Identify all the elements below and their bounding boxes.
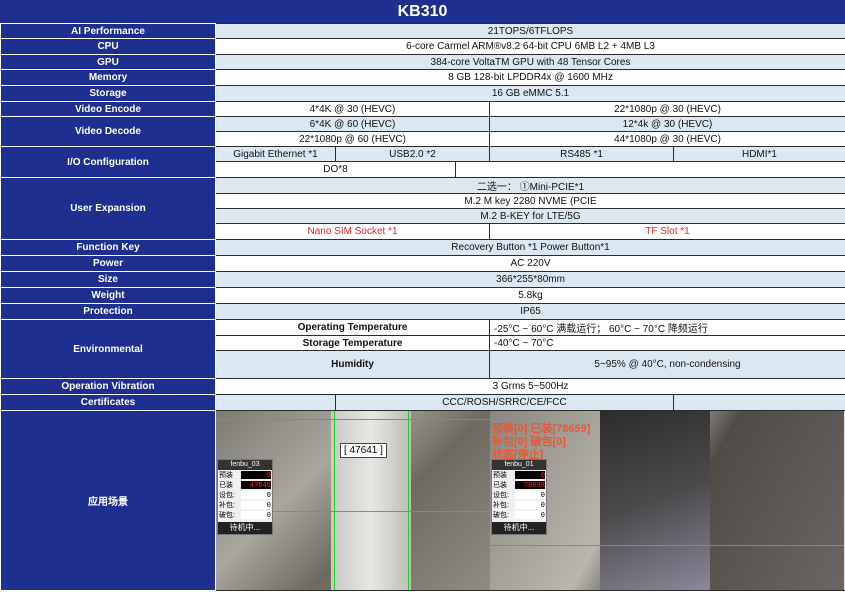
detection-line	[490, 545, 844, 546]
protection-value: IP65	[215, 303, 845, 320]
video-encode-label: Video Encode	[0, 101, 216, 117]
certificates-value: CCC/ROSH/SRRC/CE/FCC	[335, 394, 674, 411]
add-input[interactable]: 0	[515, 501, 545, 509]
cpu-label: CPU	[0, 38, 216, 55]
user-expansion-label: User Expansion	[0, 177, 216, 240]
broken-label: 破包:	[219, 512, 235, 519]
weight-value: 5.8kg	[215, 287, 845, 304]
video-encode-left: 4*4K @ 30 (HEVC)	[215, 101, 490, 117]
page-title: KB310	[0, 0, 845, 24]
spec-table: AI Performance 21TOPS/6TFLOPS CPU 6-core…	[0, 23, 845, 591]
ai-performance-label: AI Performance	[0, 23, 216, 39]
counter-panel: fenbu_01 预装 0 已装 78658 设包: 0 补包: 0 破包: 0 待机中.…	[491, 459, 547, 535]
detection-line	[216, 419, 490, 420]
io-label: I/O Configuration	[0, 146, 216, 178]
storage-label: Storage	[0, 85, 216, 102]
tf-slot: TF Slot *1	[489, 223, 845, 240]
power-value: AC 220V	[215, 255, 845, 272]
gpu-label: GPU	[0, 54, 216, 70]
ai-performance-value: 21TOPS/6TFLOPS	[215, 23, 845, 39]
set-label: 设包:	[219, 492, 235, 499]
video-decode-r1-left: 6*4K @ 60 (HEVC)	[215, 116, 490, 132]
user-expansion-r3: M.2 B-KEY for LTE/5G	[215, 208, 845, 224]
user-expansion-r1: 二选一： ①Mini-PCIE*1	[215, 177, 845, 194]
set-label: 设包:	[493, 492, 509, 499]
certificates-label: Certificates	[0, 394, 216, 411]
io-rs485: RS485 *1	[489, 146, 674, 162]
add-label: 补包:	[493, 502, 509, 509]
io-do: DO*8	[215, 161, 456, 178]
scenario-photo-1: [ 47641 ] fenbu_03 预装 0 已装 47640 设包: 0 补包: 0…	[216, 411, 490, 590]
detection-line	[408, 411, 409, 590]
vibration-value: 3 Grms 5~500Hz	[215, 378, 845, 395]
add-label: 补包:	[219, 502, 235, 509]
vibration-label: Operation Vibration	[0, 378, 216, 395]
ocr-line-1: 预装[0] 已装[78659]	[492, 423, 591, 435]
preset-label: 预装	[219, 472, 233, 479]
panel-title: fenbu_03	[218, 460, 272, 470]
environmental-label: Environmental	[0, 319, 216, 379]
function-key-value: Recovery Button *1 Power Button*1	[215, 239, 845, 256]
certificates-spacer-right	[673, 394, 845, 411]
set-input[interactable]: 0	[241, 491, 271, 499]
gpu-value: 384-core VoltaTM GPU with 48 Tensor Core…	[215, 54, 845, 70]
memory-value: 8 GB 128-bit LPDDR4x @ 1600 MHz	[215, 69, 845, 86]
storage-temperature-value: -40°C ~ 70°C	[489, 335, 845, 351]
protection-label: Protection	[0, 303, 216, 320]
loaded-label: 已装	[219, 482, 233, 489]
preset-label: 预装	[493, 472, 507, 479]
certificates-spacer-left	[215, 394, 336, 411]
preset-value: 0	[241, 471, 271, 479]
size-value: 366*255*80mm	[215, 271, 845, 288]
set-input[interactable]: 0	[515, 491, 545, 499]
humidity-label: Humidity	[215, 350, 490, 379]
nano-sim-socket: Nano SIM Socket *1	[215, 223, 490, 240]
scenario-photo-2: 预装[0] 已装[78659] 补包[0] 破包[0] 状态[停止] fenbu…	[490, 411, 844, 590]
ocr-line-2: 补包[0] 破包[0]	[492, 436, 566, 448]
video-decode-r1-right: 12*4k @ 30 (HEVC)	[489, 116, 845, 132]
memory-label: Memory	[0, 69, 216, 86]
io-hdmi: HDMI*1	[673, 146, 845, 162]
cpu-value: 6-core Carmel ARM®v8.2 64-bit CPU 6MB L2…	[215, 38, 845, 55]
broken-input[interactable]: 0	[241, 511, 271, 519]
loaded-value: 78658	[515, 481, 545, 489]
conveyor-belt	[600, 411, 710, 590]
user-expansion-r2: M.2 M key 2280 NVME (PCIE	[215, 193, 845, 209]
video-decode-r2-left: 22*1080p @ 60 (HEVC)	[215, 131, 490, 147]
scenario-photos: [ 47641 ] fenbu_03 预装 0 已装 47640 设包: 0 补包: 0…	[215, 410, 845, 591]
package-count-tag: [ 47641 ]	[340, 443, 387, 458]
video-encode-right: 22*1080p @ 30 (HEVC)	[489, 101, 845, 117]
weight-label: Weight	[0, 287, 216, 304]
video-decode-label: Video Decode	[0, 116, 216, 147]
io-empty	[455, 161, 845, 178]
panel-title: fenbu_01	[492, 460, 546, 470]
broken-input[interactable]: 0	[515, 511, 545, 519]
operating-temperature-label: Operating Temperature	[215, 319, 490, 336]
loaded-label: 已装	[493, 482, 507, 489]
scenario-label: 应用场景	[0, 410, 216, 591]
counter-panel: fenbu_03 预装 0 已装 47640 设包: 0 补包: 0 破包: 0 待机中.…	[217, 459, 273, 535]
conveyor-belt	[331, 411, 411, 590]
detection-line	[334, 411, 335, 590]
operating-temperature-value: -25°C ~ 60°C 满载运行； 60°C ~ 70°C 降频运行	[489, 319, 845, 336]
size-label: Size	[0, 271, 216, 288]
broken-label: 破包:	[493, 512, 509, 519]
status-text: 待机中...	[218, 522, 272, 534]
status-text: 待机中...	[492, 522, 546, 534]
preset-value: 0	[515, 471, 545, 479]
video-decode-r2-right: 44*1080p @ 30 (HEVC)	[489, 131, 845, 147]
io-ethernet: Gigabit Ethernet *1	[215, 146, 336, 162]
humidity-value: 5~95% @ 40°C, non-condensing	[489, 350, 845, 379]
loaded-value: 47640	[241, 481, 271, 489]
storage-temperature-label: Storage Temperature	[215, 335, 490, 351]
function-key-label: Function Key	[0, 239, 216, 256]
add-input[interactable]: 0	[241, 501, 271, 509]
power-label: Power	[0, 255, 216, 272]
storage-value: 16 GB eMMC 5.1	[215, 85, 845, 102]
io-usb: USB2.0 *2	[335, 146, 490, 162]
